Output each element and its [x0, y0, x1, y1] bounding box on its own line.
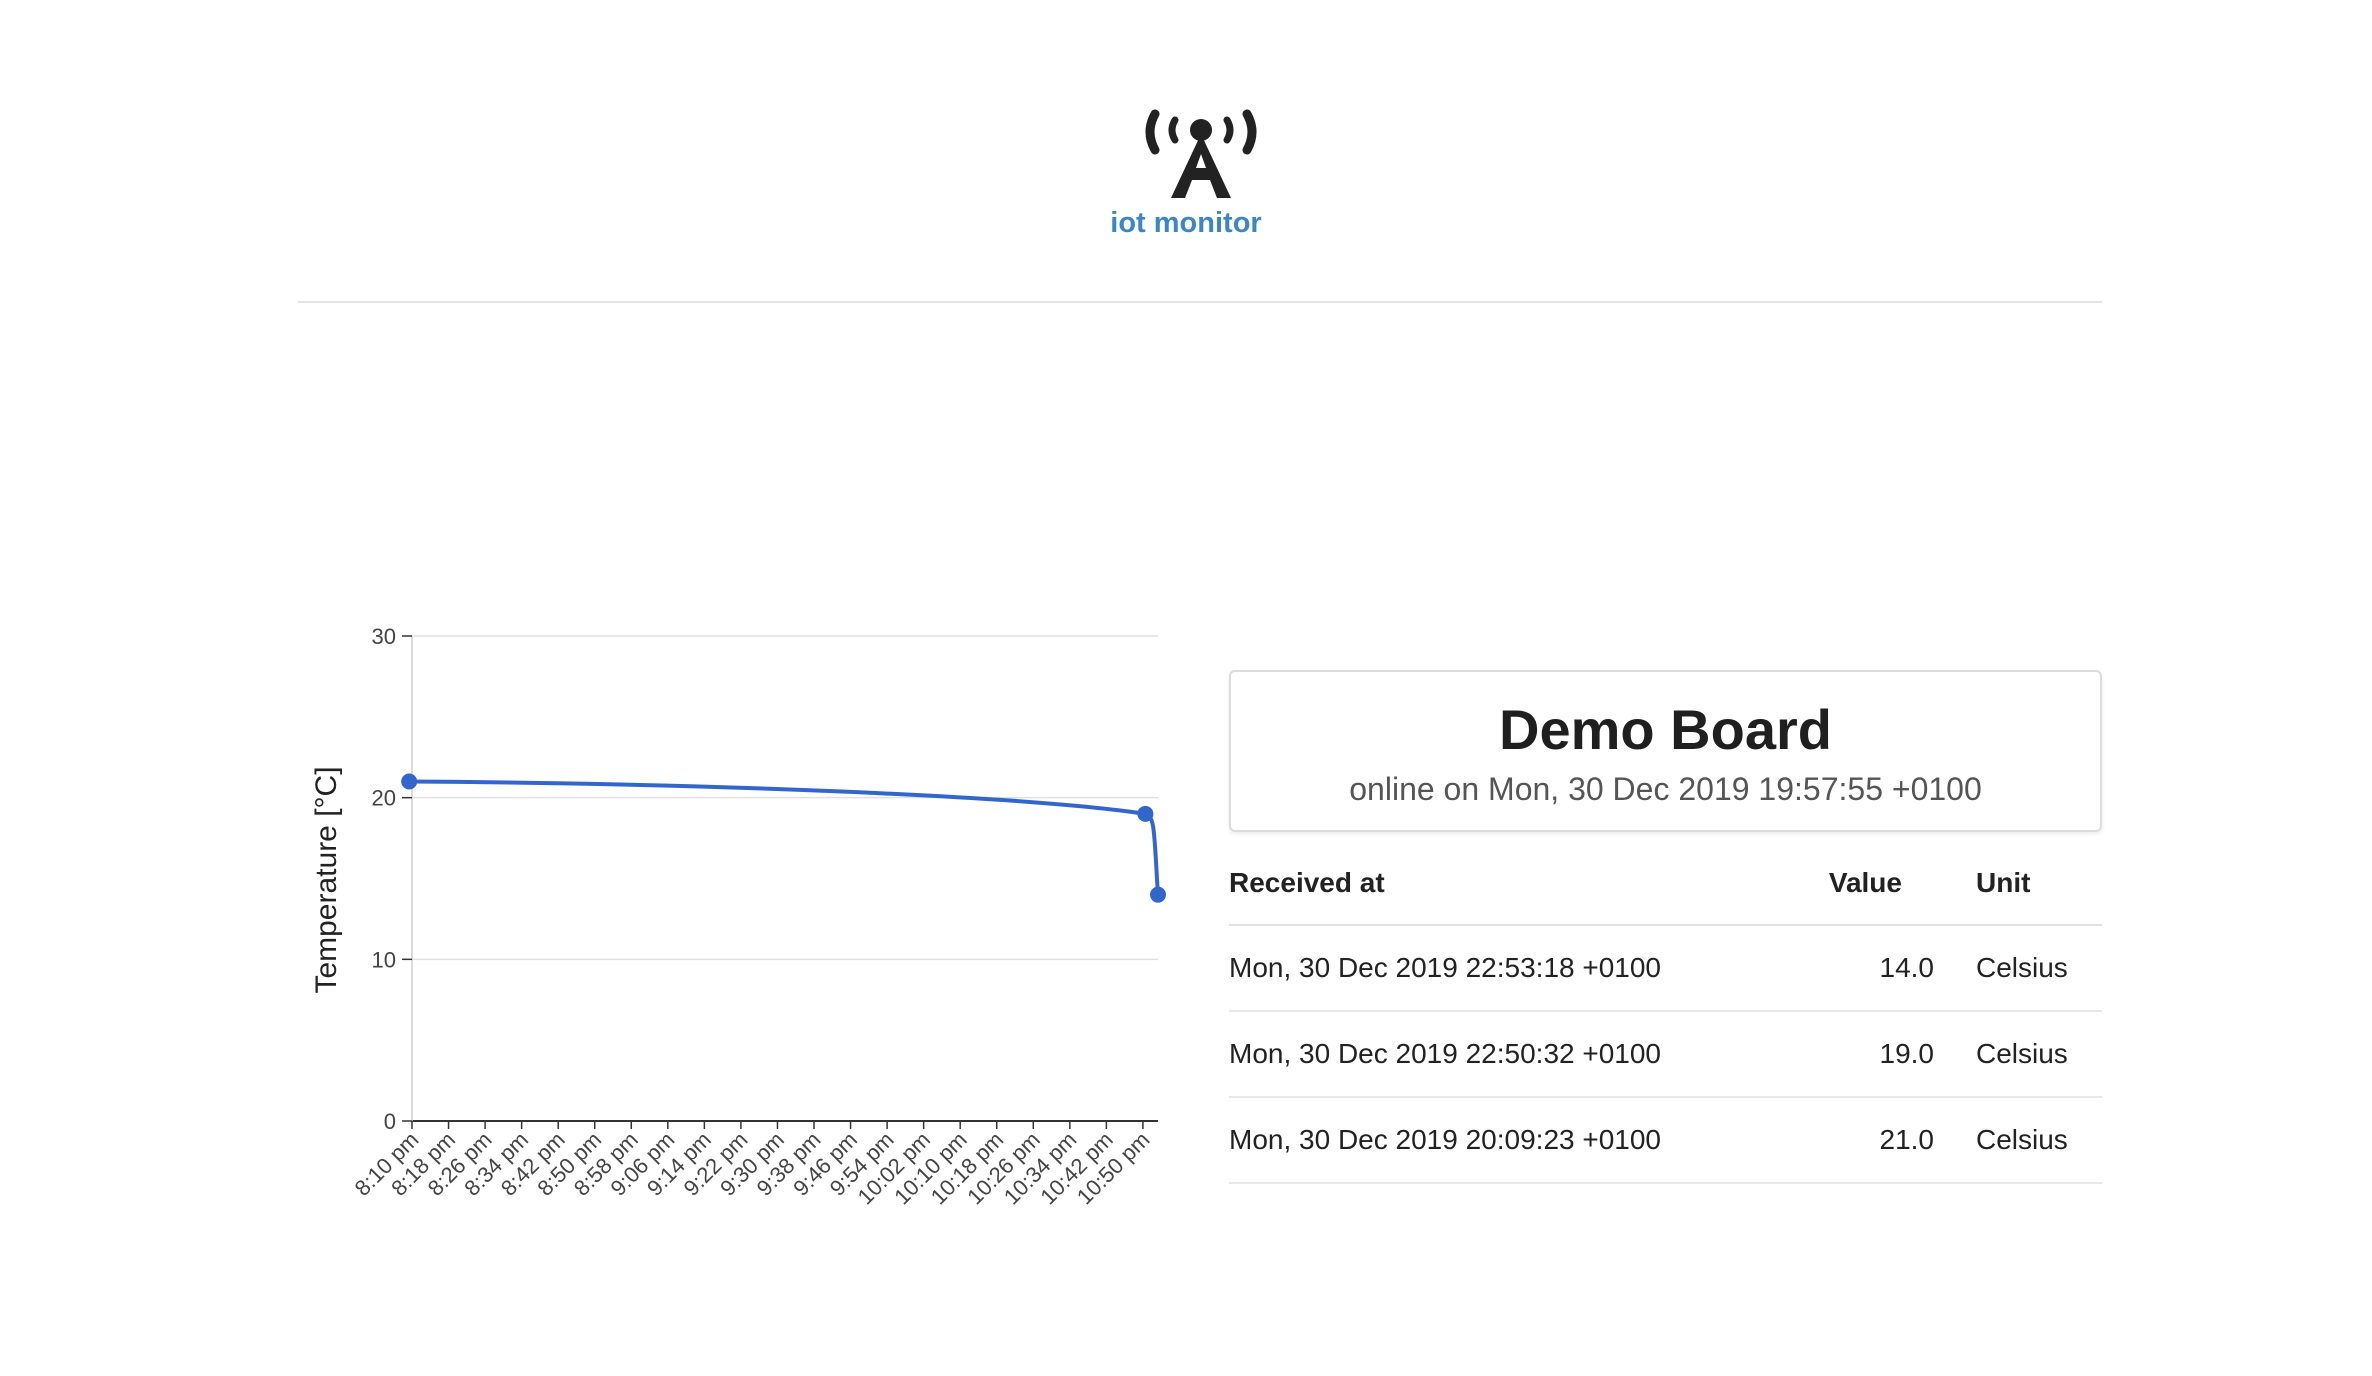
y-tick-label: 10: [372, 947, 396, 972]
cell-received-at: Mon, 30 Dec 2019 20:09:23 +0100: [1229, 1124, 1662, 1155]
header: iot monitor: [0, 0, 2372, 303]
cell-value: 19.0: [1879, 1038, 1935, 1069]
data-point: [1137, 805, 1154, 822]
temperature-chart: 01020308:10 pm8:18 pm8:26 pm8:34 pm8:42 …: [310, 624, 1166, 1209]
table-row: Mon, 30 Dec 2019 20:09:23 +0100 21.0 Cel…: [1229, 1098, 2102, 1184]
cell-unit: Celsius: [1976, 952, 2068, 983]
data-point: [401, 773, 418, 790]
cell-value: 21.0: [1879, 1124, 1935, 1155]
cell-unit: Celsius: [1976, 1038, 2068, 1069]
y-tick-label: 0: [384, 1109, 396, 1134]
cell-received-at: Mon, 30 Dec 2019 22:53:18 +0100: [1229, 952, 1662, 983]
device-status: online on Mon, 30 Dec 2019 19:57:55 +010…: [1349, 771, 1982, 807]
antenna-tower-icon: [1145, 109, 1257, 198]
series-line: [409, 779, 1160, 895]
readings-table: Received at Value Unit Mon, 30 Dec 2019 …: [1229, 850, 2102, 1184]
device-card: Demo Board online on Mon, 30 Dec 2019 19…: [1229, 670, 2102, 832]
y-tick-label: 30: [372, 624, 396, 649]
device-name: Demo Board: [1499, 698, 1832, 761]
cell-received-at: Mon, 30 Dec 2019 22:50:32 +0100: [1229, 1038, 1662, 1069]
header-unit: Unit: [1976, 867, 2031, 898]
table-header: Received at Value Unit: [1229, 850, 2102, 926]
table-row: Mon, 30 Dec 2019 22:50:32 +0100 19.0 Cel…: [1229, 1012, 2102, 1098]
cell-value: 14.0: [1879, 952, 1935, 983]
brand-name[interactable]: iot monitor: [0, 207, 2372, 240]
header-value: Value: [1828, 867, 1902, 898]
cell-unit: Celsius: [1976, 1124, 2068, 1155]
data-point: [1150, 886, 1166, 903]
table-row: Mon, 30 Dec 2019 22:53:18 +0100 14.0 Cel…: [1229, 926, 2102, 1012]
y-axis-label: Temperature [°C]: [310, 766, 343, 993]
header-received-at: Received at: [1229, 867, 1385, 898]
header-divider: [298, 301, 2102, 303]
y-tick-label: 20: [372, 786, 396, 811]
